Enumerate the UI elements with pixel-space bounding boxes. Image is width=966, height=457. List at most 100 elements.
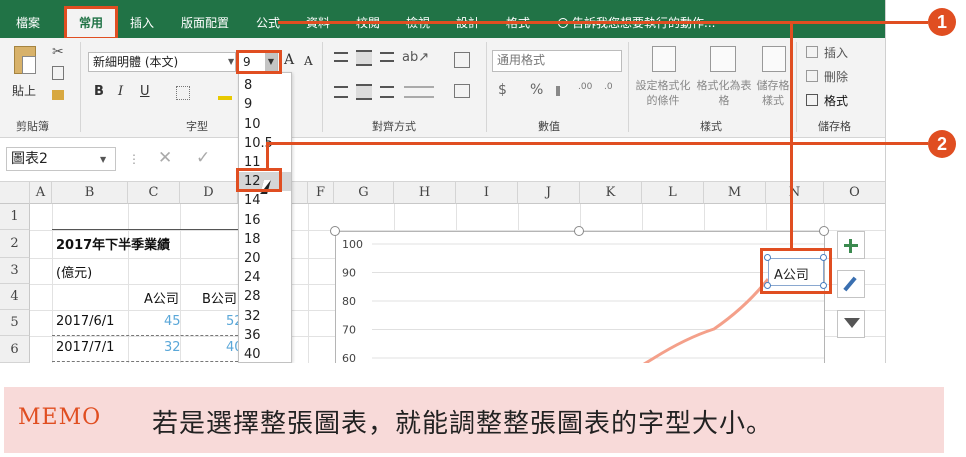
column-header-n[interactable]: N <box>766 182 824 204</box>
indent-icon[interactable] <box>404 86 434 98</box>
cancel-icon[interactable]: ✕ <box>158 148 172 168</box>
column-header-o[interactable]: O <box>824 182 885 204</box>
fill-color-icon[interactable] <box>218 84 232 100</box>
format-table-icon[interactable] <box>710 46 736 72</box>
column-header-c[interactable]: C <box>128 182 180 204</box>
font-size-option-36[interactable]: 36 <box>239 326 291 345</box>
increase-decimal-icon[interactable]: .00 <box>578 82 592 92</box>
legend-handle-tl[interactable] <box>764 254 771 261</box>
decrease-decimal-icon[interactable]: .0 <box>604 82 613 92</box>
grow-font-button[interactable]: A <box>284 52 294 68</box>
text-orientation-icon[interactable]: ab↗ <box>402 50 429 65</box>
align-left-icon[interactable] <box>334 86 348 98</box>
column-header-a[interactable]: A <box>30 182 52 204</box>
font-size-option-24[interactable]: 24 <box>239 268 291 287</box>
comma-icon[interactable] <box>556 86 560 96</box>
column-header-f[interactable]: F <box>308 182 334 204</box>
conditional-format-button[interactable]: 設定格式化的條件 <box>632 78 694 108</box>
format-cells-icon[interactable] <box>806 94 818 106</box>
number-format-combo[interactable]: 通用格式 <box>492 50 622 72</box>
legend-handle-tr[interactable] <box>820 254 827 261</box>
format-painter-icon[interactable] <box>52 90 64 100</box>
cell-b6-date[interactable]: 2017/7/1 <box>56 340 114 355</box>
currency-button[interactable]: $ <box>498 82 507 98</box>
chart-filters-button[interactable] <box>837 310 865 338</box>
legend-box[interactable]: A公司 <box>768 258 824 286</box>
column-header-g[interactable]: G <box>334 182 394 204</box>
font-size-option-16[interactable]: 16 <box>239 211 291 230</box>
font-name-caret-icon[interactable]: ▼ <box>228 57 234 66</box>
insert-cells-icon[interactable] <box>806 46 818 58</box>
column-header-i[interactable]: I <box>456 182 518 204</box>
font-name-combo[interactable]: 新細明體 (本文) <box>88 52 236 72</box>
column-header-l[interactable]: L <box>642 182 704 204</box>
chart-styles-button[interactable] <box>837 270 865 298</box>
column-header-b[interactable]: B <box>52 182 128 204</box>
paste-button[interactable]: 貼上 <box>8 44 46 104</box>
cell-b3-unit[interactable]: (億元) <box>56 262 92 281</box>
enter-icon[interactable]: ✓ <box>196 148 210 168</box>
row-header-5[interactable]: 5 <box>0 310 30 336</box>
font-size-option-18[interactable]: 18 <box>239 230 291 249</box>
format-as-table-button[interactable]: 格式化為表格 <box>696 78 752 108</box>
chart-area[interactable]: 100 90 80 70 60 A公司 <box>335 231 825 363</box>
delete-cells-button[interactable]: 刪除 <box>824 68 848 85</box>
cell-c4-header[interactable]: A公司 <box>144 288 179 307</box>
row-header-6[interactable]: 6 <box>0 336 30 363</box>
font-size-option-9[interactable]: 9 <box>239 95 291 114</box>
chart-handle-top-right[interactable] <box>819 226 829 236</box>
column-header-m[interactable]: M <box>704 182 766 204</box>
legend-handle-bl[interactable] <box>764 282 771 289</box>
italic-button[interactable]: I <box>118 84 123 99</box>
cell-c5-value[interactable]: 45 <box>164 314 181 329</box>
series-line-a[interactable] <box>631 278 770 363</box>
conditional-format-icon[interactable] <box>652 46 676 72</box>
align-middle-icon[interactable] <box>356 50 372 66</box>
cell-b2-title[interactable]: 2017年下半季業績 <box>56 234 170 253</box>
bold-button[interactable]: B <box>94 84 104 99</box>
font-size-option-11[interactable]: 11 <box>239 153 291 172</box>
format-cells-button[interactable]: 格式 <box>824 92 848 109</box>
percent-button[interactable]: % <box>530 82 543 98</box>
delete-cells-icon[interactable] <box>806 70 818 82</box>
font-size-option-8[interactable]: 8 <box>239 76 291 95</box>
align-bottom-icon[interactable] <box>380 52 394 62</box>
wrap-text-icon[interactable] <box>454 52 470 68</box>
chart-handle-top-middle[interactable] <box>574 226 584 236</box>
font-size-option-10[interactable]: 10 <box>239 115 291 134</box>
shrink-font-button[interactable]: A <box>304 54 313 68</box>
row-header-2[interactable]: 2 <box>0 230 30 258</box>
cell-b5-date[interactable]: 2017/6/1 <box>56 314 114 329</box>
column-header-d[interactable]: D <box>180 182 238 204</box>
cell-styles-button[interactable]: 儲存格樣式 <box>752 78 794 108</box>
column-header-j[interactable]: J <box>518 182 580 204</box>
font-size-option-32[interactable]: 32 <box>239 307 291 326</box>
align-top-icon[interactable] <box>334 52 348 62</box>
copy-icon[interactable] <box>52 66 64 80</box>
row-header-4[interactable]: 4 <box>0 284 30 310</box>
font-size-option-28[interactable]: 28 <box>239 287 291 306</box>
borders-icon[interactable] <box>176 86 190 100</box>
tab-page-layout[interactable]: 版面配置 <box>172 10 238 36</box>
merge-center-icon[interactable] <box>454 84 470 98</box>
underline-button[interactable]: U <box>140 84 150 99</box>
cell-styles-icon[interactable] <box>762 46 786 72</box>
column-header-h[interactable]: H <box>394 182 456 204</box>
tab-insert[interactable]: 插入 <box>124 10 160 36</box>
tab-home[interactable]: 常用 <box>66 8 116 38</box>
row-header-3[interactable]: 3 <box>0 258 30 284</box>
align-right-icon[interactable] <box>380 86 394 98</box>
font-size-option-20[interactable]: 20 <box>239 249 291 268</box>
legend-handle-br[interactable] <box>820 282 827 289</box>
tab-file[interactable]: 檔案 <box>6 10 50 36</box>
font-size-option-40[interactable]: 40 <box>239 345 291 363</box>
cut-icon[interactable]: ✂ <box>52 44 64 60</box>
name-box-caret-icon[interactable]: ▼ <box>100 155 106 164</box>
cell-d4-header[interactable]: B公司 <box>202 288 237 307</box>
row-header-1[interactable]: 1 <box>0 204 30 230</box>
select-all-corner[interactable] <box>0 182 30 204</box>
insert-cells-button[interactable]: 插入 <box>824 44 848 61</box>
chart-handle-top-left[interactable] <box>330 226 340 236</box>
column-header-k[interactable]: K <box>580 182 642 204</box>
align-center-icon[interactable] <box>356 84 372 100</box>
